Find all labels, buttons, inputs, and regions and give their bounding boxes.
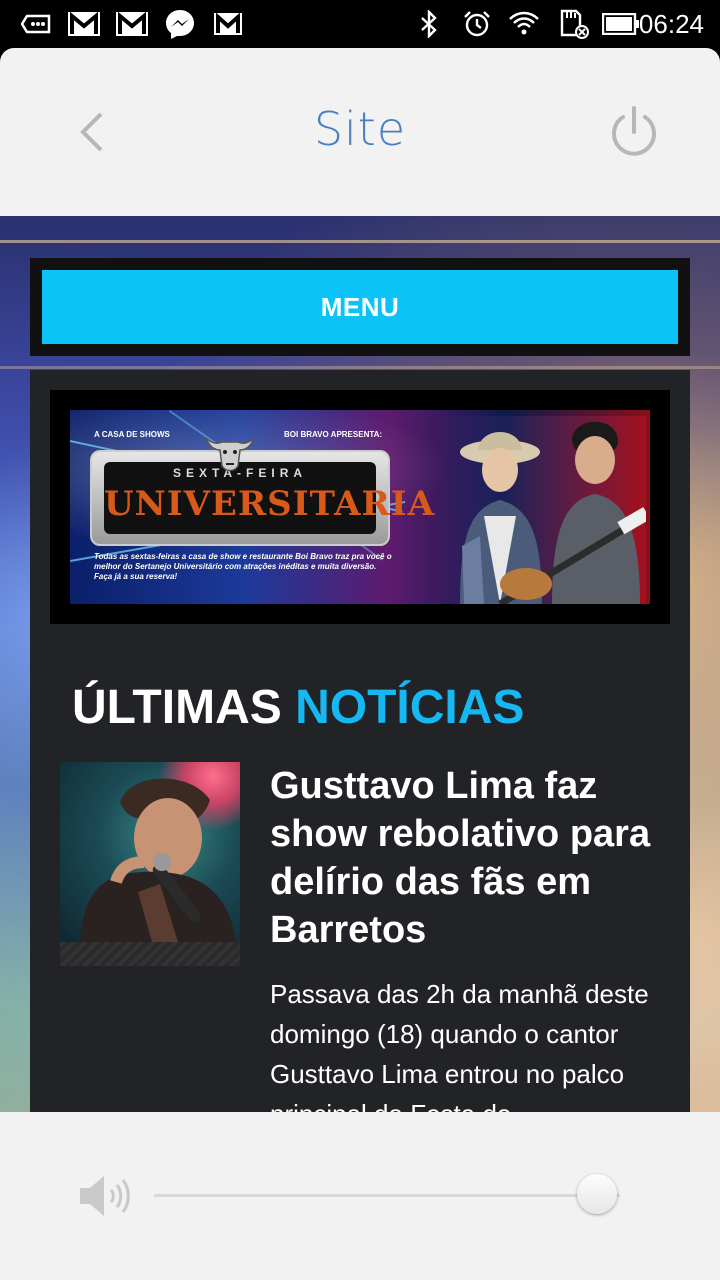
voicemail-icon xyxy=(20,10,52,38)
title-bar: Site xyxy=(0,48,720,216)
gmail-icon xyxy=(114,10,150,38)
alarm-icon xyxy=(462,10,492,38)
speaker-icon[interactable] xyxy=(78,1172,132,1220)
content-panel: A CASA DE SHOWS BOI BRAVO APRESENTA: SEX… xyxy=(30,370,690,1112)
stage-light-beam xyxy=(0,240,720,243)
power-icon xyxy=(612,106,656,156)
battery-icon xyxy=(602,10,640,38)
news-thumbnail[interactable] xyxy=(60,762,240,942)
banner-description: Todas as sextas-feiras a casa de show e … xyxy=(94,552,392,581)
status-bar: 06:24 xyxy=(0,0,720,48)
bull-logo-icon xyxy=(205,437,255,472)
web-view[interactable]: MENU A CASA DE SHOWS BOI BRAVO APRESENTA… xyxy=(0,216,720,1112)
stage-light-beam xyxy=(0,366,720,369)
sd-card-icon xyxy=(558,9,590,39)
clock: 06:24 xyxy=(638,9,704,39)
power-button[interactable] xyxy=(606,104,662,160)
wifi-icon xyxy=(508,10,540,38)
promo-banner[interactable]: A CASA DE SHOWS BOI BRAVO APRESENTA: SEX… xyxy=(70,410,650,604)
gmail-icon xyxy=(66,10,102,38)
volume-slider-thumb[interactable] xyxy=(577,1174,617,1214)
volume-slider-track[interactable] xyxy=(154,1194,620,1197)
news-section-heading: ÚLTIMAS NOTÍCIAS xyxy=(72,680,524,735)
menu-button[interactable]: MENU xyxy=(42,270,678,344)
news-heading-part2: NOTÍCIAS xyxy=(295,681,525,734)
thumbnail-caption-bar xyxy=(60,942,240,966)
news-title-link[interactable]: Gusttavo Lima faz show rebolativo para d… xyxy=(270,762,670,954)
gmail-icon xyxy=(212,10,244,38)
banner-title: UNIVERSITARIA xyxy=(104,484,436,524)
bluetooth-icon xyxy=(416,10,442,38)
banner-left-caption: A CASA DE SHOWS xyxy=(94,430,170,439)
news-excerpt: Passava das 2h da manhã deste domingo (1… xyxy=(270,979,649,1112)
banner-frame: A CASA DE SHOWS BOI BRAVO APRESENTA: SEX… xyxy=(50,390,670,624)
menu-container: MENU xyxy=(30,258,690,356)
messenger-icon xyxy=(164,10,196,39)
singer-photo xyxy=(80,778,236,942)
banner-right-caption: BOI BRAVO APRESENTA: xyxy=(284,430,383,439)
singers-photo xyxy=(440,416,646,604)
news-heading-part1: ÚLTIMAS xyxy=(72,681,282,734)
